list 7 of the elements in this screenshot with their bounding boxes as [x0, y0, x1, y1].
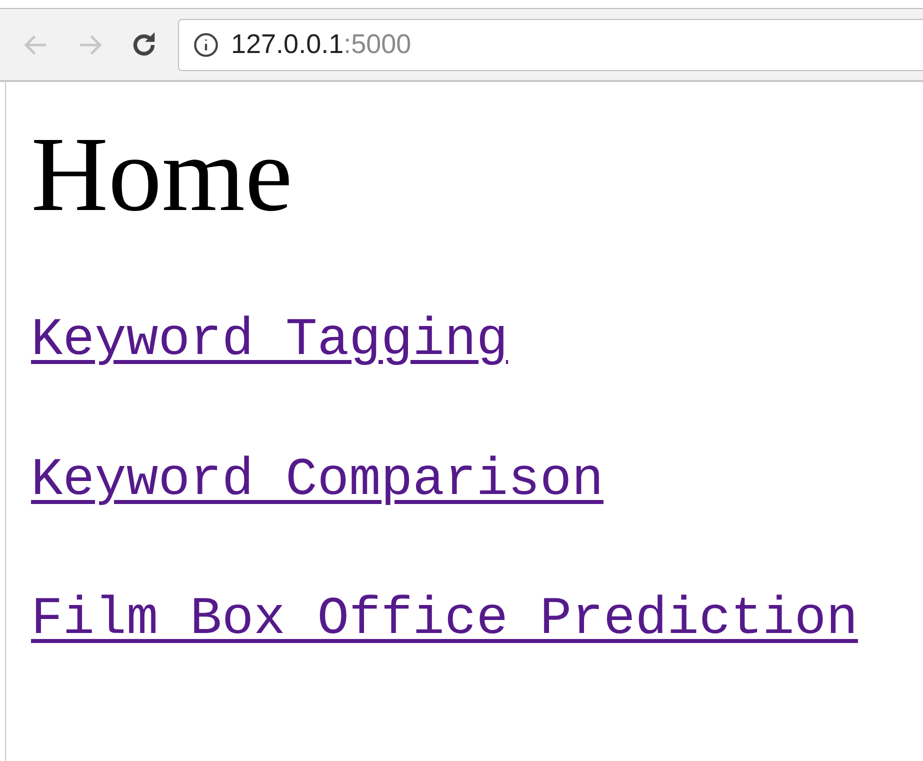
page-link[interactable]: Keyword Comparison [31, 448, 604, 512]
page-heading: Home [31, 122, 292, 229]
page-link[interactable]: Keyword Tagging [31, 309, 508, 373]
url-text: 127.0.0.1:5000 [231, 29, 412, 60]
info-icon [193, 32, 219, 58]
address-bar[interactable]: 127.0.0.1:5000 [178, 18, 923, 70]
page-link[interactable]: Film Box Office Prediction [31, 588, 858, 652]
